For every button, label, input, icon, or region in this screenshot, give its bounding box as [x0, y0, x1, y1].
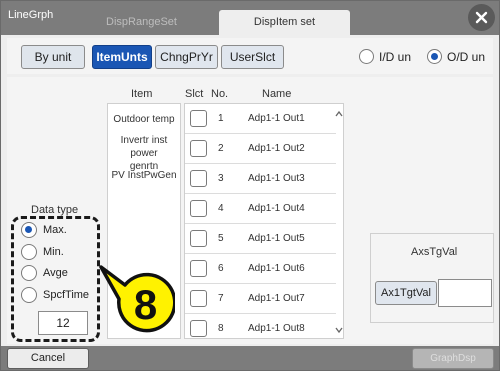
row-number: 5	[218, 233, 224, 244]
tab-disp-range-set[interactable]: DispRangeSet	[65, 10, 218, 35]
list-row[interactable]: 6 Adp1-1 Out6	[185, 254, 336, 284]
list-scrollbar[interactable]	[335, 104, 343, 338]
data-type-min-option[interactable]: Min.	[21, 244, 64, 260]
spcf-time-input[interactable]: 12	[38, 311, 88, 335]
list-row[interactable]: 2 Adp1-1 Out2	[185, 134, 336, 164]
row-number: 1	[218, 113, 224, 124]
tab-disp-item-set[interactable]: DispItem set	[219, 10, 350, 35]
list-row[interactable]: 5 Adp1-1 Out5	[185, 224, 336, 254]
select-checkbox[interactable]	[190, 110, 207, 127]
close-button[interactable]	[468, 4, 495, 31]
min-radio[interactable]	[21, 244, 37, 260]
list-row[interactable]: 1 Adp1-1 Out1	[185, 104, 336, 134]
column-header-no: No.	[211, 88, 229, 100]
output-list: 1 Adp1-1 Out1 2 Adp1-1 Out2 3 Adp1-1 Out…	[184, 103, 344, 339]
row-name: Adp1-1 Out2	[248, 143, 305, 154]
by-unit-button[interactable]: By unit	[21, 45, 85, 69]
data-type-max-option[interactable]: Max.	[21, 222, 67, 238]
axis-target-value-title: AxsTgVal	[411, 246, 458, 258]
select-checkbox[interactable]	[190, 290, 207, 307]
column-header-select: Slct	[185, 88, 204, 100]
row-name: Adp1-1 Out3	[248, 173, 305, 184]
max-label: Max.	[43, 224, 67, 236]
min-label: Min.	[43, 246, 64, 258]
select-checkbox[interactable]	[190, 200, 207, 217]
data-type-avge-option[interactable]: Avge	[21, 265, 68, 281]
id-unit-label: I/D un	[379, 49, 412, 64]
list-row[interactable]: 3 Adp1-1 Out3	[185, 164, 336, 194]
select-checkbox[interactable]	[190, 260, 207, 277]
id-unit-option[interactable]: I/D un	[359, 49, 412, 65]
avge-label: Avge	[43, 267, 68, 279]
item-invertr-power[interactable]: Invertr inst power genrtn	[107, 134, 181, 173]
row-number: 7	[218, 293, 224, 304]
user-select-button[interactable]: UserSlct	[221, 45, 284, 69]
spcf-time-label: SpcfTime	[43, 289, 90, 301]
spcf-time-radio[interactable]	[21, 287, 37, 303]
cancel-button[interactable]: Cancel	[7, 348, 89, 369]
row-name: Adp1-1 Out6	[248, 263, 305, 274]
list-row[interactable]: 8 Adp1-1 Out8	[185, 314, 336, 338]
row-number: 2	[218, 143, 224, 154]
scroll-up-icon[interactable]	[335, 108, 343, 120]
avge-radio[interactable]	[21, 265, 37, 281]
column-header-name: Name	[262, 88, 292, 100]
item-units-button[interactable]: ItemUnts	[92, 45, 152, 69]
close-icon	[475, 11, 488, 24]
ax1-target-value-input[interactable]	[438, 279, 492, 307]
row-number: 4	[218, 203, 224, 214]
data-type-label: Data type	[31, 204, 79, 216]
row-name: Adp1-1 Out1	[248, 113, 305, 124]
list-row[interactable]: 7 Adp1-1 Out7	[185, 284, 336, 314]
column-header-item: Item	[131, 88, 153, 100]
select-checkbox[interactable]	[190, 230, 207, 247]
select-checkbox[interactable]	[190, 320, 207, 337]
data-type-spcf-time-option[interactable]: SpcfTime	[21, 287, 89, 303]
scroll-down-icon[interactable]	[335, 324, 343, 336]
app-title: LineGrph	[8, 9, 54, 21]
ax1-target-value-button[interactable]: Ax1TgtVal	[375, 281, 437, 305]
item-pv-inst-pw-gen[interactable]: PV InstPwGen	[107, 169, 181, 182]
line-graph-window: LineGrph DispRangeSet DispItem set By un…	[0, 0, 500, 371]
item-outdoor-temp[interactable]: Outdoor temp	[107, 113, 181, 126]
row-number: 6	[218, 263, 224, 274]
row-name: Adp1-1 Out7	[248, 293, 305, 304]
row-name: Adp1-1 Out5	[248, 233, 305, 244]
row-name: Adp1-1 Out8	[248, 323, 305, 334]
select-checkbox[interactable]	[190, 140, 207, 157]
row-name: Adp1-1 Out4	[248, 203, 305, 214]
list-row[interactable]: 4 Adp1-1 Out4	[185, 194, 336, 224]
select-checkbox[interactable]	[190, 170, 207, 187]
od-unit-radio[interactable]	[427, 49, 442, 65]
graph-display-button[interactable]: GraphDsp	[412, 348, 494, 369]
od-unit-option[interactable]: O/D un	[427, 49, 486, 65]
change-per-year-button[interactable]: ChngPrYr	[155, 45, 218, 69]
id-unit-radio[interactable]	[359, 49, 374, 65]
row-number: 8	[218, 323, 224, 334]
callout-number: 8	[133, 281, 158, 328]
od-unit-label: O/D un	[447, 49, 486, 64]
max-radio[interactable]	[21, 222, 37, 238]
row-number: 3	[218, 173, 224, 184]
